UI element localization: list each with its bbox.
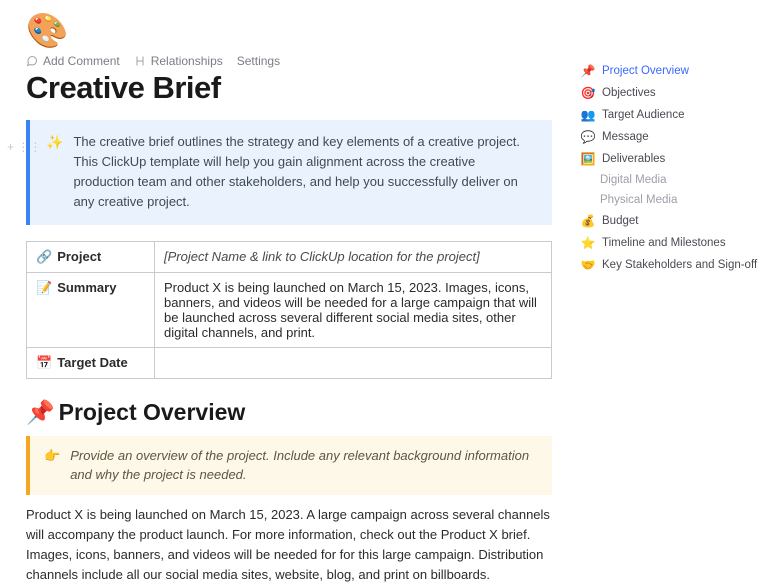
handshake-icon: 🤝: [580, 258, 596, 272]
table-row: 📅Target Date: [27, 347, 552, 378]
settings-label: Settings: [237, 54, 280, 68]
link-icon: 🔗: [36, 249, 52, 264]
table-cell-project[interactable]: [Project Name & link to ClickUp location…: [155, 241, 552, 272]
nav-objectives[interactable]: 🎯Objectives: [578, 82, 760, 104]
pushpin-icon: 📌: [26, 399, 55, 425]
nav-physical-media[interactable]: Physical Media: [578, 190, 760, 210]
speech-icon: 💬: [580, 130, 596, 144]
page-icon[interactable]: 🎨: [26, 14, 552, 48]
intro-callout: ✨ The creative brief outlines the strate…: [26, 120, 552, 225]
nav-budget[interactable]: 💰Budget: [578, 210, 760, 232]
target-icon: 🎯: [580, 86, 596, 100]
nav-stakeholders[interactable]: 🤝Key Stakeholders and Sign-off: [578, 254, 760, 276]
nav-message[interactable]: 💬Message: [578, 126, 760, 148]
table-header-target-date: 📅Target Date: [27, 347, 155, 378]
table-cell-target-date[interactable]: [155, 347, 552, 378]
picture-icon: 🖼️: [580, 152, 596, 166]
relationships-label: Relationships: [151, 54, 223, 68]
money-icon: 💰: [580, 214, 596, 228]
settings-button[interactable]: Settings: [237, 54, 280, 68]
callout-text: The creative brief outlines the strategy…: [73, 132, 536, 213]
comment-icon: [26, 55, 38, 67]
relationships-icon: [134, 55, 146, 67]
table-row: 🔗Project [Project Name & link to ClickUp…: [27, 241, 552, 272]
nav-timeline[interactable]: ⭐Timeline and Milestones: [578, 232, 760, 254]
table-cell-summary[interactable]: Product X is being launched on March 15,…: [155, 272, 552, 347]
table-header-summary: 📝Summary: [27, 272, 155, 347]
page-title: Creative Brief: [26, 70, 552, 106]
note-icon: 📝: [36, 280, 52, 295]
nav-deliverables[interactable]: 🖼️Deliverables: [578, 148, 760, 170]
nav-target-audience[interactable]: 👥Target Audience: [578, 104, 760, 126]
main-content: 🎨 Add Comment Relationships Settings Cre…: [0, 0, 570, 585]
add-comment-button[interactable]: Add Comment: [26, 54, 120, 68]
nav-digital-media[interactable]: Digital Media: [578, 170, 760, 190]
sparkle-icon: ✨: [46, 132, 63, 213]
add-comment-label: Add Comment: [43, 54, 120, 68]
overview-note: 👉 Provide an overview of the project. In…: [26, 436, 552, 495]
relationships-button[interactable]: Relationships: [134, 54, 223, 68]
pushpin-icon: 📌: [580, 64, 596, 78]
outline-sidebar: 📌Project Overview 🎯Objectives 👥Target Au…: [578, 0, 768, 276]
star-icon: ⭐: [580, 236, 596, 250]
table-header-project: 🔗Project: [27, 241, 155, 272]
overview-body: Product X is being launched on March 15,…: [26, 505, 552, 585]
calendar-icon: 📅: [36, 355, 52, 370]
section-heading-overview: 📌Project Overview: [26, 399, 552, 426]
pointing-hand-icon: 👉: [44, 446, 60, 485]
add-block-handle[interactable]: + ⋮⋮: [7, 140, 41, 154]
doc-toolbar: Add Comment Relationships Settings: [26, 54, 552, 68]
people-icon: 👥: [580, 108, 596, 122]
nav-project-overview[interactable]: 📌Project Overview: [578, 60, 760, 82]
info-table: 🔗Project [Project Name & link to ClickUp…: [26, 241, 552, 379]
table-row: 📝Summary Product X is being launched on …: [27, 272, 552, 347]
overview-note-text: Provide an overview of the project. Incl…: [70, 446, 538, 485]
